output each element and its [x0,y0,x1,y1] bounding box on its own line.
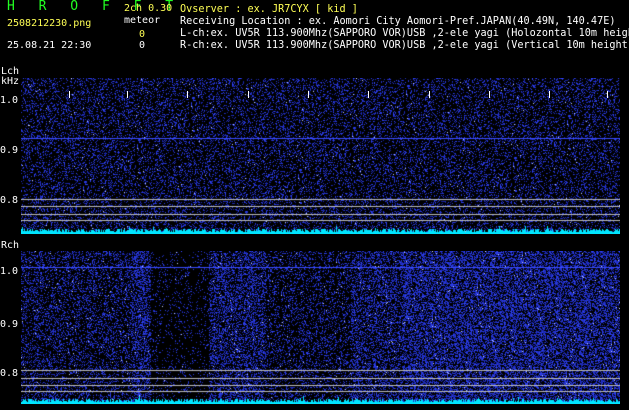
time-tick [489,91,490,98]
rch-label: Rch [1,240,20,251]
rch-ytick-2: 0.9 [0,319,19,330]
time-tick [368,91,369,98]
time-tick [69,91,70,98]
mode-label: 2ch 0.30 [124,3,173,14]
lch-waterfall [21,78,620,234]
count-rch: 0 [139,40,146,51]
time-tick [187,91,188,98]
rch-ytick-1: 1.0 [0,266,19,277]
time-tick [308,91,309,98]
detect-label: meteor [124,15,161,26]
lch-unit: kHz [1,76,20,87]
datetime: 25.08.21 22:30 [7,40,92,51]
rch-spectrogram [21,251,620,404]
lch-info-line: L-ch:ex. UV5R 113.900Mhz(SAPPORO VOR)USB… [180,28,629,39]
time-tick [248,91,249,98]
time-tick [549,91,550,98]
rch-info-line: R-ch:ex. UV5R 113.900Mhz(SAPPORO VOR)USB… [180,40,629,51]
rch-ytick-3: 0.8 [0,368,19,379]
rch-waterfall [21,251,620,404]
lch-ytick-2: 0.9 [0,145,19,156]
lch-ytick-3: 0.8 [0,195,19,206]
observer-line: Ovserver : ex. JR7CYX [ kid ] [180,4,358,15]
lch-ytick-1: 1.0 [0,95,19,106]
time-tick [127,91,128,98]
filename: 2508212230.png [7,18,92,29]
lch-spectrogram [21,78,620,234]
time-tick [607,91,608,98]
location-line: Receiving Location : ex. Aomori City Aom… [180,16,616,27]
time-tick [429,91,430,98]
